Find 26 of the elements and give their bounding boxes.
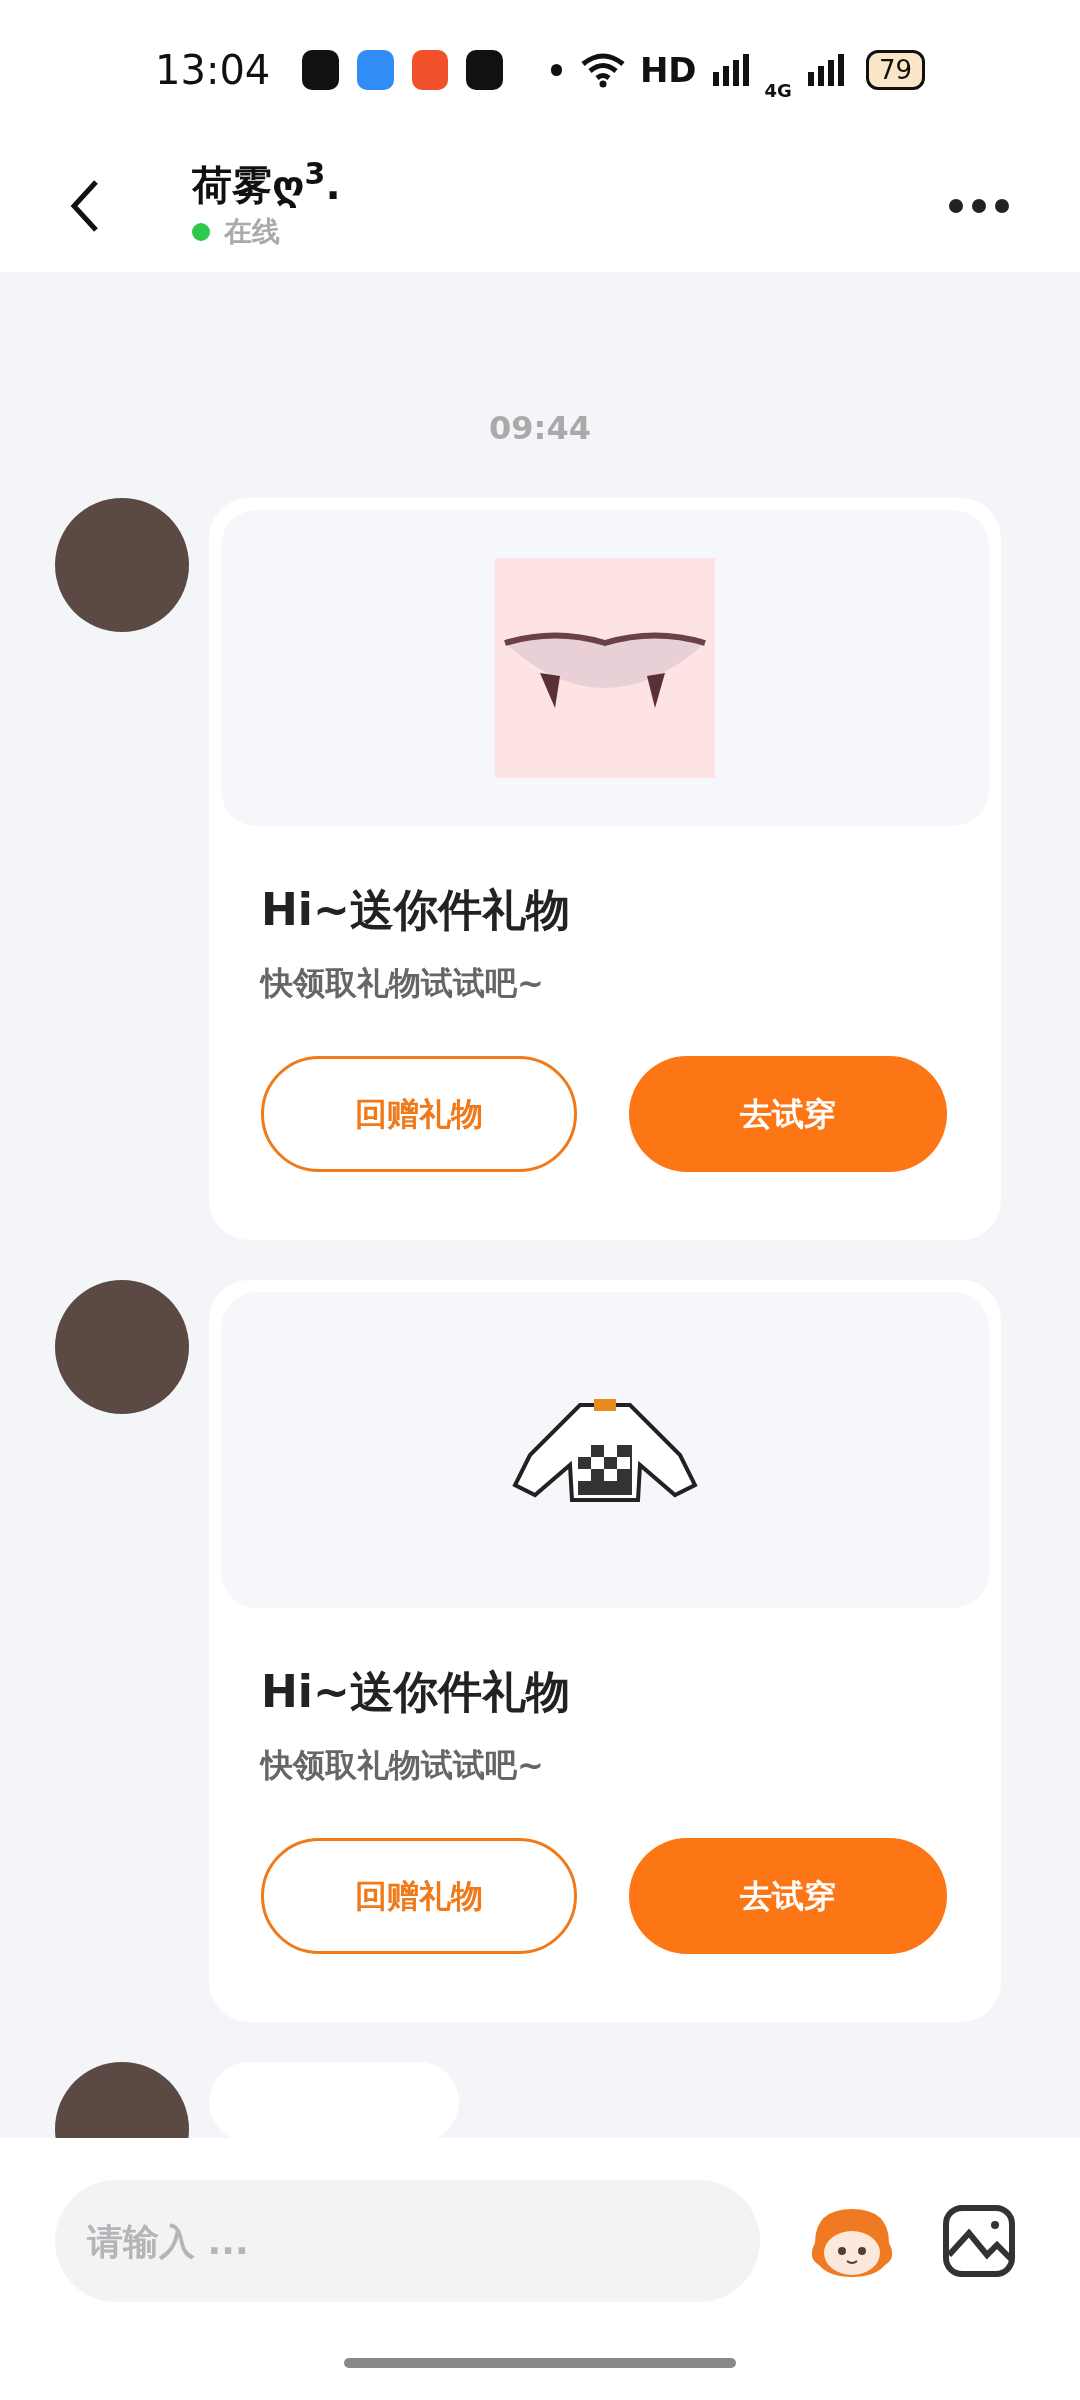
app-icon bbox=[302, 50, 339, 90]
try-on-button[interactable]: 去试穿 bbox=[629, 1838, 947, 1954]
battery-indicator: 79 bbox=[865, 50, 925, 90]
more-icon[interactable] bbox=[948, 198, 1010, 214]
gift-subtitle: 快领取礼物试试吧~ bbox=[261, 963, 545, 1004]
status-time: 13:04 bbox=[155, 46, 271, 95]
app-icon bbox=[356, 50, 394, 90]
back-icon[interactable] bbox=[70, 179, 100, 233]
return-gift-button[interactable]: 回赠礼物 bbox=[261, 1838, 577, 1954]
return-gift-button[interactable]: 回赠礼物 bbox=[261, 1056, 577, 1172]
image-icon[interactable] bbox=[943, 2205, 1015, 2277]
network-label: HD bbox=[639, 48, 697, 92]
app-icon bbox=[411, 50, 449, 90]
signal-icon bbox=[710, 52, 751, 88]
cellular-label: 4G bbox=[764, 78, 792, 103]
message-timestamp: 09:44 bbox=[489, 408, 591, 449]
signal-icon bbox=[805, 52, 846, 88]
gift-title: Hi~送你件礼物 bbox=[261, 883, 571, 937]
try-on-button[interactable]: 去试穿 bbox=[629, 1056, 947, 1172]
gift-title: Hi~送你件礼物 bbox=[261, 1665, 571, 1719]
app-icon bbox=[466, 50, 503, 90]
gift-subtitle: 快领取礼物试试吧~ bbox=[261, 1745, 545, 1786]
online-status: 在线 bbox=[224, 214, 280, 250]
wifi-icon bbox=[579, 52, 626, 88]
message-input[interactable]: 请输入 ... bbox=[55, 2180, 760, 2302]
contact-name: 荷雾ღ$^{3}$. bbox=[192, 159, 341, 210]
